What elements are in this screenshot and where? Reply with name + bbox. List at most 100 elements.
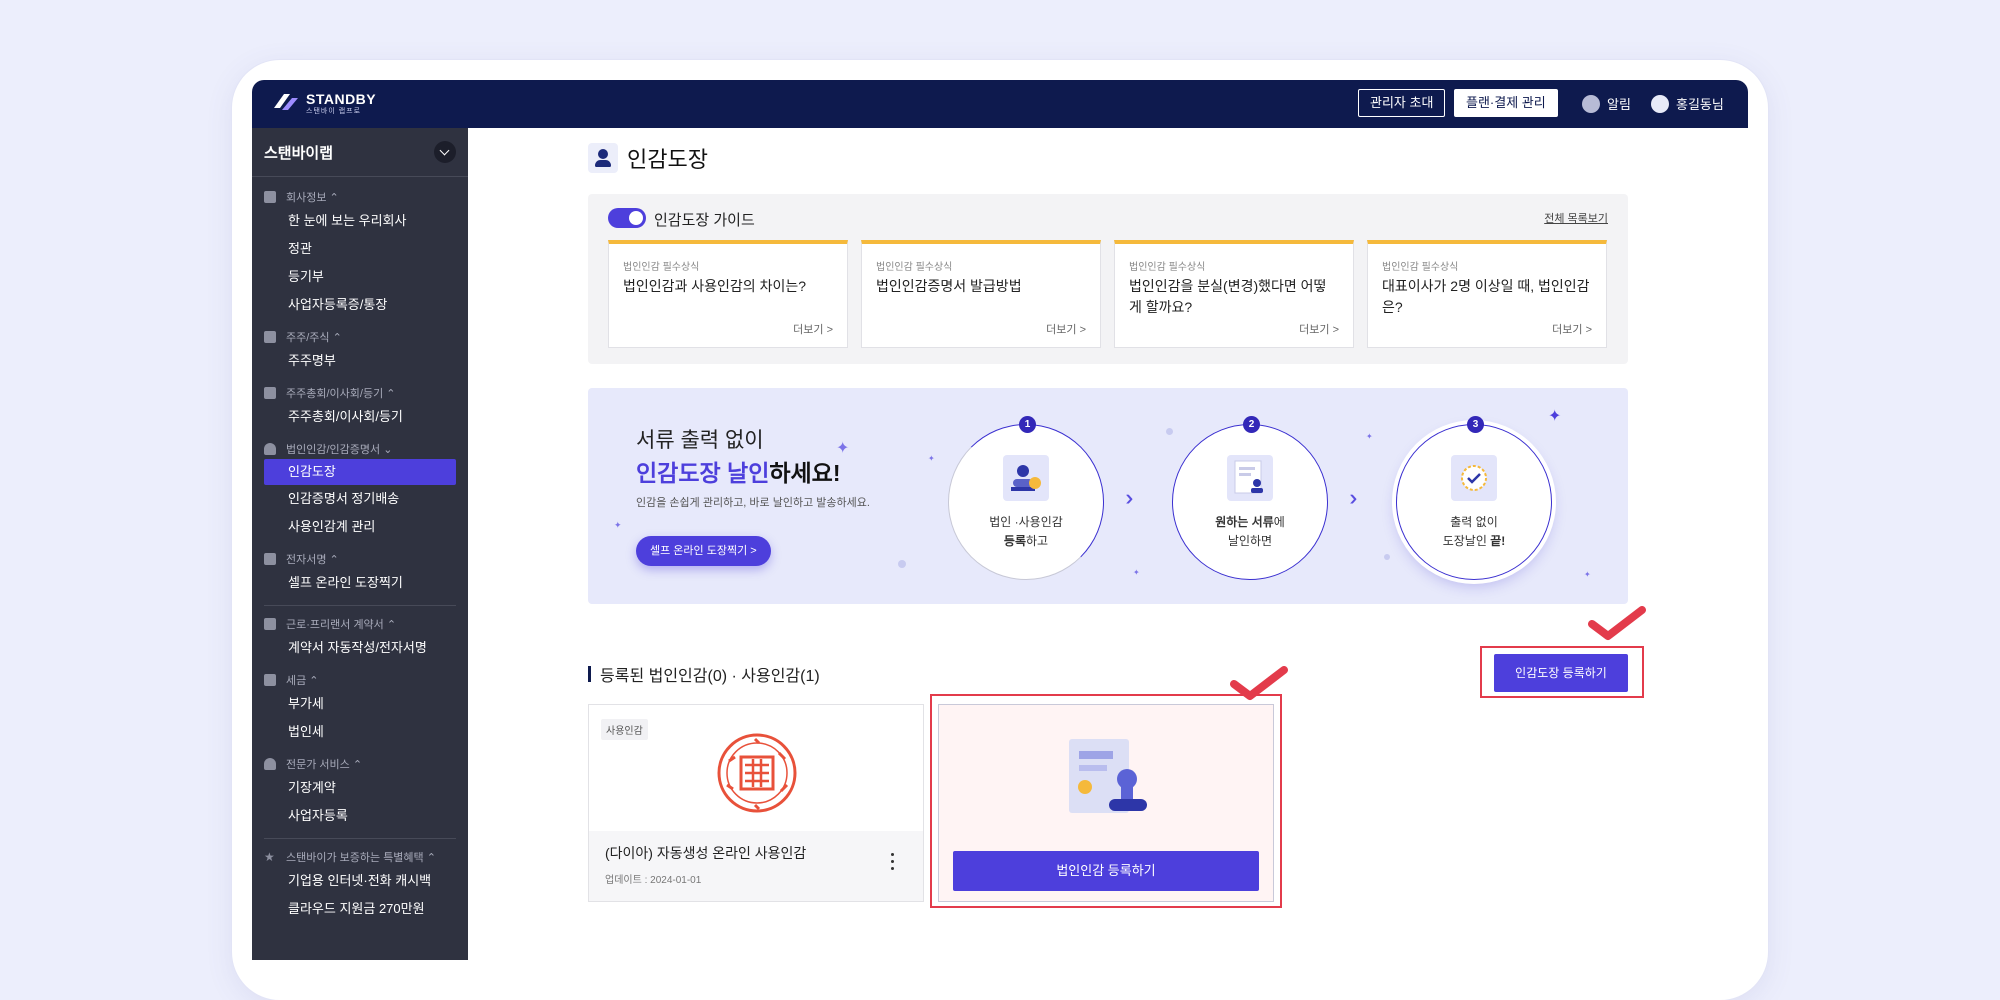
sidebar-item-registry[interactable]: 등기부 [252,263,468,291]
sidebar-divider [264,838,456,839]
sidebar-item-self-stamp[interactable]: 셀프 온라인 도장찍기 [252,569,468,597]
decor-dot [898,560,906,568]
building-icon [264,191,276,203]
document-seal-illustration-icon [1069,739,1147,813]
seal-updated-date: 업데이트 : 2024-01-01 [605,875,702,886]
sparkle-icon: ✦ [614,520,622,530]
plan-billing-button[interactable]: 플랜·결제 관리 [1454,89,1558,117]
view-all-link[interactable]: 전체 목록보기 [1544,210,1608,226]
register-corporate-seal-button[interactable]: 법인인감 등록하기 [953,851,1259,891]
chevron-down-icon[interactable] [434,141,456,163]
sidebar-section-seals[interactable]: 법인인감/인감증명서 ⌄ [252,439,468,459]
banner-headline-2: 인감도장 날인하세요! [636,460,841,486]
registered-seals-title: 등록된 법인인감(0) · 사용인감(1) [588,662,820,686]
sidebar-item-business-license[interactable]: 사업자등록증/통장 [252,291,468,319]
sidebar-item-seal[interactable]: 인감도장 [264,459,456,485]
pen-icon [264,553,276,565]
step-circle-1: 1 법인 ·사용인감 등록하고 [948,416,1104,580]
red-seal-stamp-icon [717,733,797,813]
standby-logo-icon [274,94,298,110]
logo-text: STANDBY [306,90,377,107]
invite-admin-button[interactable]: 관리자 초대 [1358,89,1446,117]
seal-card[interactable]: 사용인감 (다이아) 자동생성 온라인 사용인감 업데이트 : 2024-01-… [588,704,924,902]
sidebar-section-e-signature[interactable]: 전자서명 ⌃ [252,549,468,569]
more-options-icon[interactable] [891,851,895,871]
contract-icon [264,618,276,630]
guide-card-more[interactable]: 더보기 > [1552,321,1592,337]
stamp-register-icon [1003,455,1049,501]
guide-card-tag: 법인인감 필수상식 [876,262,953,273]
guide-card[interactable]: 법인인감 필수상식 법인인감을 분실(변경)했다면 어떻게 할까요? 더보기 > [1114,240,1354,348]
sparkle-icon: ✦ [1584,570,1591,579]
sidebar-divider [264,605,456,606]
sidebar-section-meetings[interactable]: 주주총회/이사회/등기 ⌃ [252,383,468,403]
decor-dot [1166,428,1173,435]
register-seal-button[interactable]: 인감도장 등록하기 [1494,654,1628,692]
step-text: 법인 ·사용인감 등록하고 [989,515,1063,548]
guide-card-question: 법인인감증명서 발급방법 [876,278,1022,294]
avatar-icon [1651,94,1669,113]
app-screen: STANDBY 스탠바이 랩프로 관리자 초대 플랜·결제 관리 알림 홍길동님… [252,80,1748,960]
seal-guide-panel: 인감도장 가이드 전체 목록보기 법인인감 필수상식 법인인감과 사용인감의 차… [588,194,1628,364]
sidebar-section-expert-services[interactable]: 전문가 서비스 ⌃ [252,754,468,774]
user-menu[interactable]: 홍길동님 [1651,94,1724,113]
sidebar-section-company-info[interactable]: 회사정보 ⌃ [252,187,468,207]
sidebar-item-seal-usage-management[interactable]: 사용인감계 관리 [252,513,468,541]
guide-card-more[interactable]: 더보기 > [1299,321,1339,337]
sparkle-icon: ✦ [928,454,935,463]
banner-description: 인감을 손쉽게 관리하고, 바로 날인하고 발송하세요. [636,497,870,509]
person-icon [264,443,276,455]
sidebar-item-articles[interactable]: 정관 [252,235,468,263]
guide-card-question: 법인인감을 분실(변경)했다면 어떻게 할까요? [1129,278,1327,315]
guide-card-more[interactable]: 더보기 > [793,321,833,337]
company-selector[interactable]: 스탠바이랩 [252,128,468,177]
sidebar-item-shareholder-list[interactable]: 주주명부 [252,347,468,375]
guide-card-tag: 법인인감 필수상식 [623,262,700,273]
promo-banner: ✦ ✦ ✦ ✦ ✦ ✦ ✦ 서류 출력 없이 인감도장 날인하세요! 인감을 손… [588,388,1628,604]
guide-card-tag: 법인인감 필수상식 [1382,262,1459,273]
guide-card[interactable]: 법인인감 필수상식 법인인감증명서 발급방법 더보기 > [861,240,1101,348]
main-content: 인감도장 인감도장 가이드 전체 목록보기 법인인감 필수상식 법인인감과 사용… [468,128,1748,960]
sidebar-section-shareholders[interactable]: 주주/주식 ⌃ [252,327,468,347]
guide-card-question: 대표이사가 2명 이상일 때, 법인인감은? [1382,278,1590,315]
notification-button[interactable]: 알림 [1582,94,1631,113]
guide-card-question: 법인인감과 사용인감의 차이는? [623,278,807,294]
self-stamp-button[interactable]: 셀프 온라인 도장찍기 > [636,536,771,566]
sparkle-icon: ✦ [1548,408,1562,425]
sidebar-item-meetings[interactable]: 주주총회/이사회/등기 [252,403,468,431]
expert-icon [264,758,276,770]
guide-card[interactable]: 법인인감 필수상식 법인인감과 사용인감의 차이는? 더보기 > [608,240,848,348]
sidebar-section-contracts[interactable]: 근로·프리랜서 계약서 ⌃ [252,614,468,634]
step-number: 3 [1467,416,1484,433]
sidebar-section-tax[interactable]: 세금 ⌃ [252,670,468,690]
company-name: 스탠바이랩 [264,144,334,162]
guide-card-more[interactable]: 더보기 > [1046,321,1086,337]
banner-headline-1: 서류 출력 없이 [636,429,764,452]
decor-dot [1384,554,1390,560]
step-number: 2 [1243,416,1260,433]
step-number: 1 [1019,416,1036,433]
sidebar-item-contract-auto[interactable]: 계약서 자동작성/전자서명 [252,634,468,662]
step-circle-3: 3 출력 없이 도장날인 끝! [1396,416,1552,580]
sidebar-item-company-overview[interactable]: 한 눈에 보는 우리회사 [252,207,468,235]
sidebar-item-seal-certificate-delivery[interactable]: 인감증명서 정기배송 [252,485,468,513]
sidebar-item-bookkeeping[interactable]: 기장계약 [252,774,468,802]
sidebar: 스탠바이랩 회사정보 ⌃ 한 눈에 보는 우리회사 정관 등기부 사업자등록증/… [252,128,468,960]
sidebar-item-corporate-tax[interactable]: 법인세 [252,718,468,746]
sidebar-item-internet-cashback[interactable]: 기업용 인터넷·전화 캐시백 [252,867,468,895]
guide-card[interactable]: 법인인감 필수상식 대표이사가 2명 이상일 때, 법인인감은? 더보기 > [1367,240,1607,348]
guide-title: 인감도장 가이드 [654,212,755,229]
guide-toggle-switch[interactable] [608,208,646,228]
step-circle-2: 2 원하는 서류에 날인하면 [1172,416,1328,580]
sidebar-item-cloud-support[interactable]: 클라우드 지원금 270만원 [252,895,468,923]
seal-name: (다이아) 자동생성 온라인 사용인감 [605,845,807,861]
bar-chart-icon [264,331,276,343]
standby-logo[interactable]: STANDBY 스탠바이 랩프로 [270,90,376,116]
sidebar-section-benefits[interactable]: ★ 스탠바이가 보증하는 특별혜택 ⌃ [252,847,468,867]
sidebar-item-vat[interactable]: 부가세 [252,690,468,718]
star-icon: ★ [264,850,275,864]
seal-person-icon [588,143,618,173]
sidebar-item-business-registration[interactable]: 사업자등록 [252,802,468,830]
badge-check-icon [1451,455,1497,501]
user-name: 홍길동님 [1676,97,1724,112]
